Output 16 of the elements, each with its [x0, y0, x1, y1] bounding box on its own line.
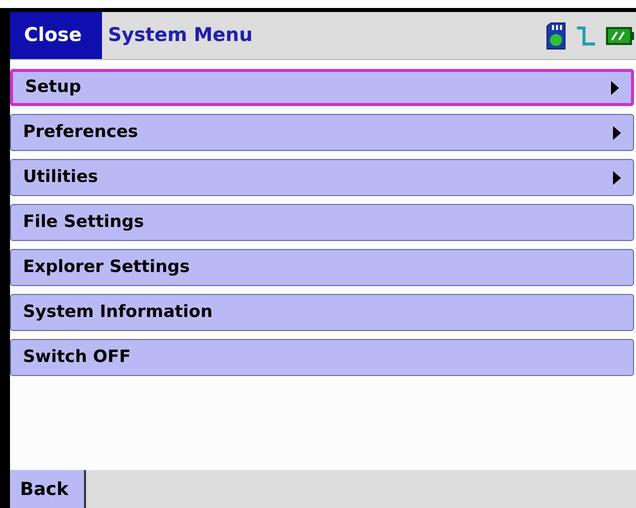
close-button[interactable]: Close	[10, 12, 102, 59]
battery-icon	[606, 26, 634, 44]
submenu-arrow-icon	[613, 170, 621, 184]
menu-item[interactable]: File Settings	[10, 204, 634, 241]
menu-item[interactable]: System Information	[10, 294, 634, 331]
menu-item[interactable]: Setup	[10, 69, 634, 106]
submenu-arrow-icon	[613, 126, 621, 140]
menu-item[interactable]: Switch OFF	[10, 339, 634, 376]
pulse-icon	[576, 24, 596, 46]
sd-card-icon	[546, 22, 566, 50]
menu-item[interactable]: Preferences	[10, 114, 634, 151]
submenu-arrow-icon	[611, 80, 619, 94]
menu-item[interactable]: Utilities	[10, 159, 634, 196]
back-button[interactable]: Back	[10, 470, 86, 508]
window-title: System Menu	[108, 23, 253, 48]
menu-item[interactable]: Explorer Settings	[10, 249, 634, 286]
